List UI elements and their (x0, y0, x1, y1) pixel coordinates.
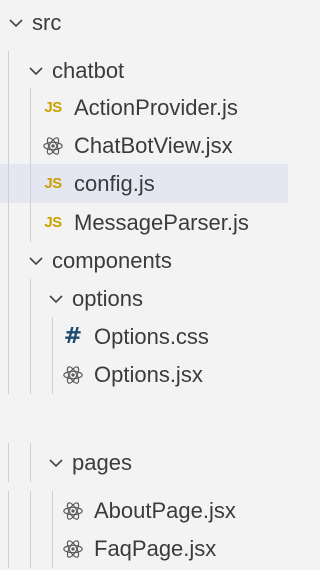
indent-guide (52, 491, 53, 530)
indent-guide (8, 241, 9, 280)
tree-folder-chatbot[interactable]: chatbot (0, 51, 288, 90)
tree-folder-pages[interactable]: pages (0, 443, 288, 482)
tree-folder-options[interactable]: options (0, 279, 288, 318)
indent-guide (30, 126, 31, 165)
chevron-down-icon[interactable] (48, 455, 64, 471)
tree-file-chatbotview[interactable]: ChatBotView.jsx (0, 126, 288, 165)
tree-file-options-jsx[interactable]: Options.jsx (0, 355, 288, 394)
indent-guide (30, 88, 31, 127)
react-icon (40, 135, 66, 157)
indent-guide (8, 355, 9, 394)
js-icon: JS (44, 99, 62, 116)
react-icon (60, 500, 86, 522)
indent-guide (30, 491, 31, 530)
tree-folder-src[interactable]: src (0, 3, 288, 42)
file-explorer-tree: src chatbot JS ActionProvider.js ChatBot… (0, 0, 288, 570)
indent-guide (30, 279, 31, 318)
indent-guide (8, 317, 9, 356)
tree-file-options-css[interactable]: # Options.css (0, 317, 288, 356)
tree-item-label: Options.css (94, 324, 209, 349)
indent-guide (8, 126, 9, 165)
indent-guide (8, 443, 9, 482)
chevron-down-icon[interactable] (28, 63, 44, 79)
indent-guide (8, 203, 9, 242)
js-icon: JS (44, 175, 62, 192)
tree-file-config[interactable]: JS config.js (0, 164, 288, 203)
react-icon (60, 538, 86, 560)
js-icon: JS (44, 214, 62, 231)
tree-item-label: AboutPage.jsx (94, 498, 236, 523)
indent-guide (8, 51, 9, 90)
indent-guide (52, 355, 53, 394)
tree-item-label: FaqPage.jsx (94, 536, 217, 561)
tree-item-label: options (72, 286, 143, 311)
indent-guide (8, 529, 9, 568)
tree-item-label: ActionProvider.js (74, 95, 238, 120)
tree-item-label: Options.jsx (94, 362, 203, 387)
tree-item-label: config.js (74, 171, 155, 196)
tree-file-messageparser[interactable]: JS MessageParser.js (0, 203, 288, 242)
chevron-down-icon[interactable] (8, 15, 24, 31)
indent-guide (30, 203, 31, 242)
tree-item-label: ChatBotView.jsx (74, 133, 233, 158)
tree-file-aboutpage[interactable]: AboutPage.jsx (0, 491, 288, 530)
indent-guide (30, 164, 31, 203)
indent-guide (52, 529, 53, 568)
indent-guide (8, 279, 9, 318)
indent-guide (8, 164, 9, 203)
tree-item-label: pages (72, 450, 132, 475)
indent-guide (52, 317, 53, 356)
indent-guide (30, 317, 31, 356)
react-icon (60, 364, 86, 386)
tree-file-actionprovider[interactable]: JS ActionProvider.js (0, 88, 288, 127)
tree-item-label: chatbot (52, 58, 125, 83)
indent-guide (8, 88, 9, 127)
indent-guide (8, 491, 9, 530)
indent-guide (30, 529, 31, 568)
indent-guide (30, 355, 31, 394)
chevron-down-icon[interactable] (28, 253, 44, 269)
css-hash-icon: # (63, 324, 83, 349)
tree-folder-components[interactable]: components (0, 241, 288, 280)
chevron-down-icon[interactable] (48, 291, 64, 307)
tree-item-label: src (32, 10, 62, 35)
indent-guide (30, 443, 31, 482)
tree-item-label: MessageParser.js (74, 210, 249, 235)
tree-file-faqpage[interactable]: FaqPage.jsx (0, 529, 288, 568)
tree-item-label: components (52, 248, 172, 273)
